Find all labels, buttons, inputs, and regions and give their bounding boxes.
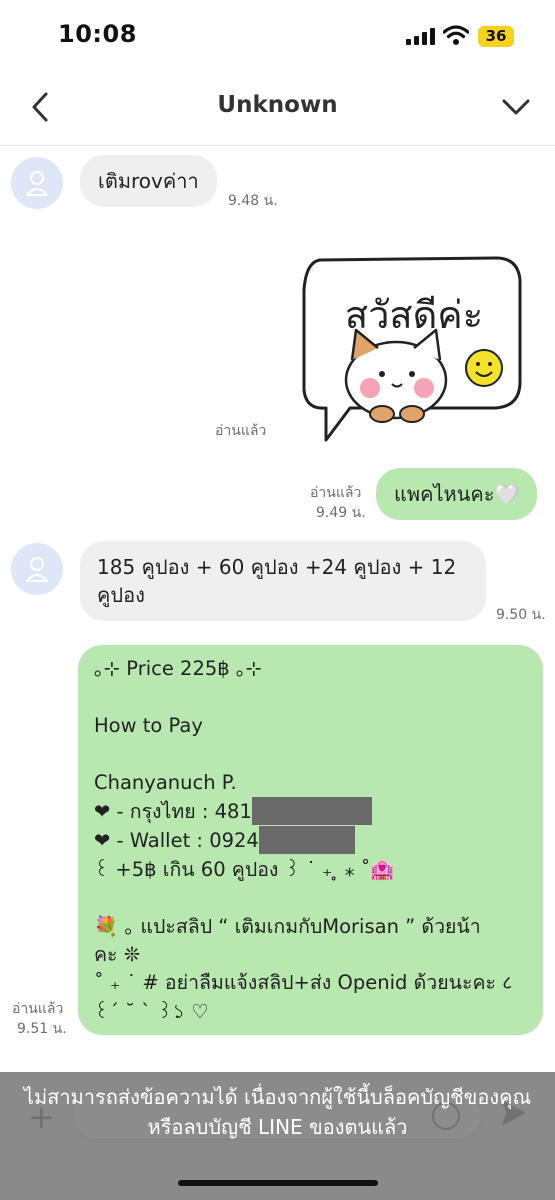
- cat-sticker-image[interactable]: สวัสดีค่ะ: [296, 250, 526, 446]
- message-text: 185 คูปอง + 60 คูปอง +24 คูปอง + 12: [97, 555, 457, 579]
- message-bubble-incoming[interactable]: เติมrovค่าา: [80, 155, 217, 207]
- user-avatar-icon[interactable]: [11, 543, 63, 595]
- message-text: แพคไหนคะ🤍: [394, 482, 520, 506]
- bank-account-text: ❤ - กรุงไทย : 481: [94, 800, 252, 824]
- read-receipt: อ่านแล้ว: [215, 423, 267, 439]
- home-indicator: [178, 1180, 378, 1186]
- sticker-text: สวัสดีค่ะ: [345, 293, 483, 337]
- message-bubble-outgoing[interactable]: ｡⊹ Price 225฿ ｡⊹ How to Pay Chanyanuch P…: [78, 645, 543, 1035]
- slip-line-cont: คะ ❊: [94, 943, 141, 967]
- account-name-line: Chanyanuch P.: [94, 770, 237, 794]
- wallet-text: ❤ - Wallet : 0924: [94, 829, 259, 853]
- message-time: 9.51 น.: [17, 1021, 67, 1037]
- battery-indicator: 36: [478, 26, 514, 47]
- how-to-pay-line: How to Pay: [94, 713, 203, 737]
- redacted-block: [258, 826, 355, 855]
- decoration-line: ꒰´ ˘ ` ꒱১ ♡: [94, 999, 209, 1023]
- slip-line: 💐 ｡ แปะสลิป “ เติมเกมกับMorisan ” ด้วยน้…: [94, 914, 481, 938]
- message-time: 9.48 น.: [228, 193, 278, 209]
- message-text: เติมrovค่าา: [98, 169, 199, 193]
- redacted-block: [251, 797, 372, 826]
- read-receipt: อ่านแล้ว: [310, 485, 362, 501]
- blocked-notice-text: ไม่สามารถส่งข้อความได้ เนื่องจากผู้ใช้นี…: [0, 1082, 555, 1142]
- chevron-down-icon[interactable]: [500, 92, 532, 122]
- page-title: Unknown: [217, 92, 338, 118]
- user-avatar-icon[interactable]: [11, 157, 63, 209]
- status-time: 10:08: [58, 20, 137, 48]
- message-time: 9.49 น.: [316, 505, 366, 521]
- wifi-icon: [443, 25, 469, 45]
- bank-account-line: ❤ - กรุงไทย : 481: [94, 797, 527, 826]
- status-bar: 10:08 36: [0, 0, 555, 72]
- message-bubble-incoming[interactable]: 185 คูปอง + 60 คูปอง +24 คูปอง + 12 คูปอ…: [80, 541, 486, 621]
- message-spacer: [94, 740, 527, 768]
- reminder-line: ˚ ₊ ˙ # อย่าลืมแจ้งสลิป+ส่ง Openid ด้วยน…: [94, 971, 513, 995]
- message-spacer: [94, 683, 527, 711]
- wallet-line: ❤ - Wallet : 0924: [94, 826, 527, 855]
- message-text: คูปอง: [97, 583, 145, 607]
- message-time: 9.50 น.: [496, 607, 546, 623]
- message-bubble-outgoing[interactable]: แพคไหนคะ🤍: [376, 468, 538, 520]
- price-line: ｡⊹ Price 225฿ ｡⊹: [94, 657, 262, 680]
- message-spacer: [94, 884, 527, 912]
- read-receipt: อ่านแล้ว: [12, 1001, 64, 1017]
- blocked-notice-line: หรือลบบัญชี LINE ของตนแล้ว: [147, 1115, 408, 1139]
- blocked-notice-line: ไม่สามารถส่งข้อความได้ เนื่องจากผู้ใช้นี…: [23, 1085, 532, 1109]
- bonus-line: ꒰ +5฿ เกิน 60 คูปอง ꒱ ˙ ₊ ̥ ⁎ ˚🏩: [94, 857, 395, 881]
- signal-icon: [406, 28, 436, 45]
- chat-header: Unknown: [0, 72, 555, 146]
